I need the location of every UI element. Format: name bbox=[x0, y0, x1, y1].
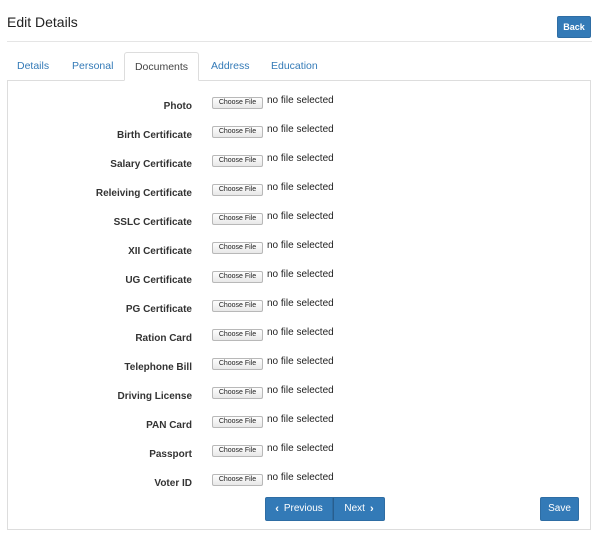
choose-file-button[interactable]: Choose File bbox=[212, 271, 263, 283]
document-row: Releiving Certificate Choose File no file … bbox=[8, 181, 592, 201]
document-label: XII Certificate bbox=[128, 246, 192, 257]
document-row: Driving License Choose File no file select… bbox=[8, 384, 592, 404]
document-label: UG Certificate bbox=[125, 275, 192, 286]
back-button[interactable]: Back bbox=[557, 16, 591, 38]
file-status-text: no file selected bbox=[267, 385, 334, 396]
file-status-text: no file selected bbox=[267, 443, 334, 454]
document-row: PAN Card Choose File no file selected bbox=[8, 413, 592, 433]
next-button[interactable]: Next › bbox=[333, 497, 385, 521]
choose-file-button[interactable]: Choose File bbox=[212, 242, 263, 254]
file-status-text: no file selected bbox=[267, 269, 334, 280]
previous-button[interactable]: ‹ Previous bbox=[265, 497, 333, 521]
tab-bar: Details Personal Documents Address Educa… bbox=[7, 52, 591, 81]
document-row: Passport Choose File no file selected bbox=[8, 442, 592, 462]
document-label: SSLC Certificate bbox=[113, 217, 192, 228]
tab-details[interactable]: Details bbox=[17, 52, 49, 81]
file-status-text: no file selected bbox=[267, 95, 334, 106]
tab-address[interactable]: Address bbox=[211, 52, 250, 81]
choose-file-button[interactable]: Choose File bbox=[212, 213, 263, 225]
file-status-text: no file selected bbox=[267, 356, 334, 367]
file-status-text: no file selected bbox=[267, 124, 334, 135]
next-label: Next bbox=[344, 503, 365, 514]
document-row: Photo Choose File no file selected bbox=[8, 94, 592, 114]
document-label: Driving License bbox=[117, 391, 192, 402]
choose-file-button[interactable]: Choose File bbox=[212, 329, 263, 341]
chevron-left-icon: ‹ bbox=[275, 503, 279, 515]
choose-file-button[interactable]: Choose File bbox=[212, 155, 263, 167]
document-row: UG Certificate Choose File no file selecte… bbox=[8, 268, 592, 288]
document-label: PAN Card bbox=[146, 420, 192, 431]
file-status-text: no file selected bbox=[267, 472, 334, 483]
file-status-text: no file selected bbox=[267, 153, 334, 164]
header-divider bbox=[7, 41, 592, 42]
file-status-text: no file selected bbox=[267, 327, 334, 338]
document-label: Telephone Bill bbox=[124, 362, 192, 373]
file-status-text: no file selected bbox=[267, 182, 334, 193]
choose-file-button[interactable]: Choose File bbox=[212, 474, 263, 486]
pager: ‹ Previous Next › bbox=[265, 497, 385, 521]
document-label: Voter ID bbox=[154, 478, 192, 489]
tab-documents[interactable]: Documents bbox=[124, 52, 199, 81]
document-row: Telephone Bill Choose File no file selecte… bbox=[8, 355, 592, 375]
choose-file-button[interactable]: Choose File bbox=[212, 416, 263, 428]
document-label: PG Certificate bbox=[125, 304, 192, 315]
tab-personal[interactable]: Personal bbox=[72, 52, 113, 81]
choose-file-button[interactable]: Choose File bbox=[212, 445, 263, 457]
choose-file-button[interactable]: Choose File bbox=[212, 184, 263, 196]
document-row: XII Certificate Choose File no file select… bbox=[8, 239, 592, 259]
document-label: Ration Card bbox=[135, 333, 192, 344]
file-status-text: no file selected bbox=[267, 211, 334, 222]
previous-label: Previous bbox=[283, 503, 323, 514]
page-title: Edit Details bbox=[7, 14, 78, 30]
document-row: Salary Certificate Choose File no file sel… bbox=[8, 152, 592, 172]
document-row: Ration Card Choose File no file selected bbox=[8, 326, 592, 346]
choose-file-button[interactable]: Choose File bbox=[212, 387, 263, 399]
chevron-right-icon: › bbox=[369, 503, 374, 515]
file-status-text: no file selected bbox=[267, 414, 334, 425]
save-button[interactable]: Save bbox=[540, 497, 579, 521]
file-status-text: no file selected bbox=[267, 240, 334, 251]
choose-file-button[interactable]: Choose File bbox=[212, 300, 263, 312]
document-row: Birth Certificate Choose File no file sele… bbox=[8, 123, 592, 143]
document-row: Voter ID Choose File no file selected bbox=[8, 471, 592, 491]
file-status-text: no file selected bbox=[267, 298, 334, 309]
document-label: Passport bbox=[149, 449, 192, 460]
document-label: Photo bbox=[163, 101, 192, 112]
document-row: PG Certificate Choose File no file selecte… bbox=[8, 297, 592, 317]
document-label: Salary Certificate bbox=[110, 159, 192, 170]
documents-panel: Photo Choose File no file selected Birth Ce… bbox=[7, 80, 591, 530]
tab-education[interactable]: Education bbox=[271, 52, 318, 81]
choose-file-button[interactable]: Choose File bbox=[212, 97, 263, 109]
choose-file-button[interactable]: Choose File bbox=[212, 358, 263, 370]
document-row: SSLC Certificate Choose File no file selec… bbox=[8, 210, 592, 230]
document-label: Releiving Certificate bbox=[95, 188, 192, 199]
document-label: Birth Certificate bbox=[116, 130, 192, 141]
choose-file-button[interactable]: Choose File bbox=[212, 126, 263, 138]
